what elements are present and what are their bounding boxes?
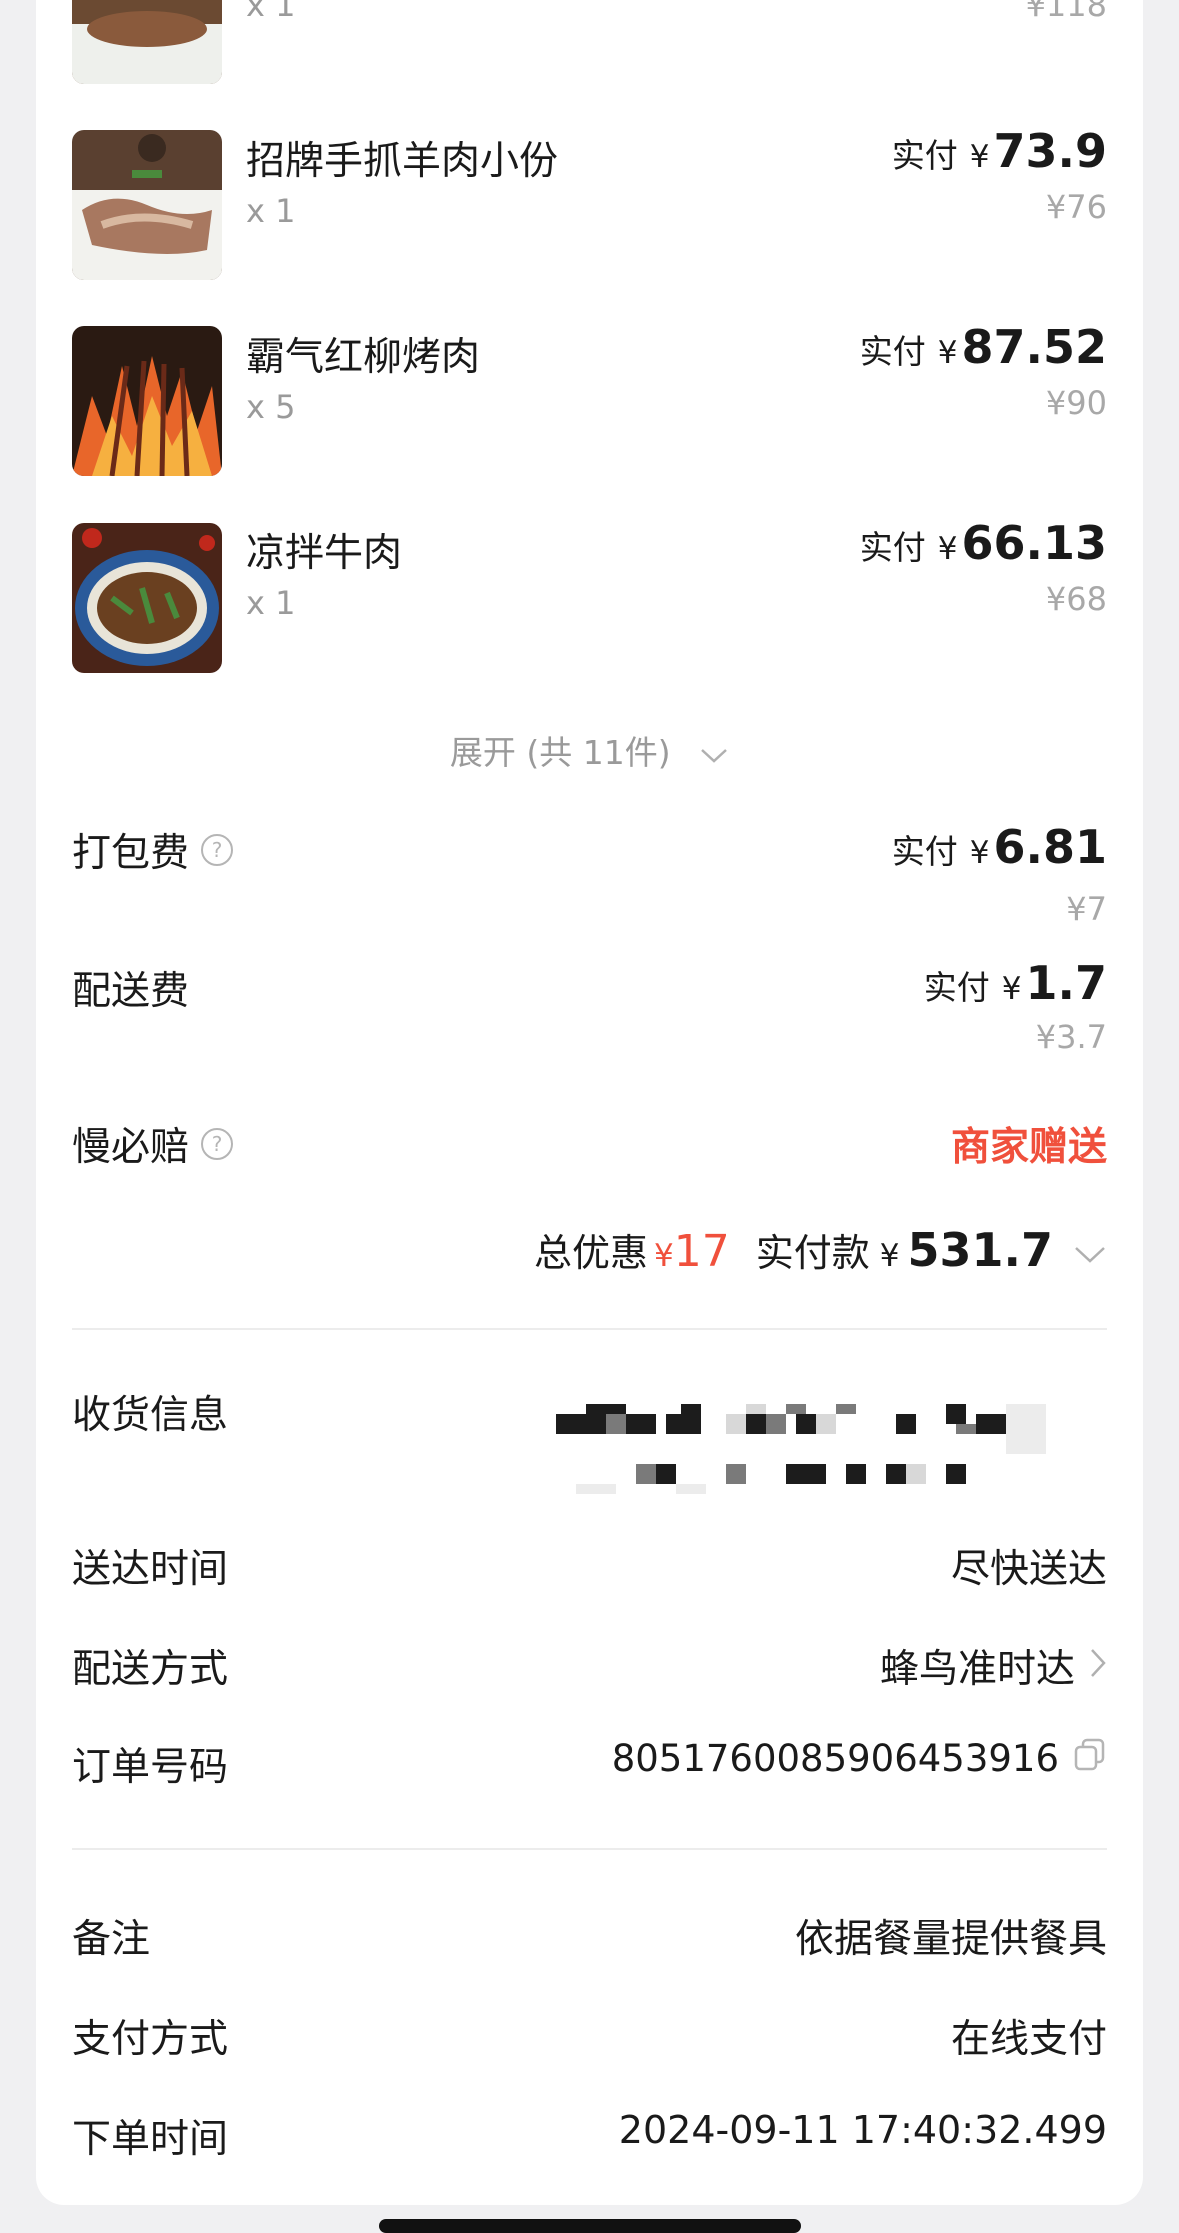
item-original-price: ¥68 [1045, 580, 1107, 618]
order-total-summary[interactable]: 总优惠 ¥ 17 实付款 ¥ 531.7 [534, 1222, 1107, 1277]
item-name: 凉拌牛肉 [246, 531, 403, 576]
item-quantity: x 1 [246, 584, 296, 622]
payment-method-label: 支付方式 [72, 2008, 228, 2064]
item-original-price: ¥90 [1045, 384, 1107, 422]
order-time-value: 2024-09-11 17:40:32.499 [618, 2108, 1107, 2152]
section-divider [72, 1328, 1107, 1330]
delivery-method-text: 配送方式 [72, 1647, 229, 1692]
item-quantity: x 1 [246, 0, 296, 24]
order-time-text: 下单时间 [72, 2117, 229, 2162]
help-icon[interactable]: ? [201, 834, 234, 866]
packing-fee-original: ¥7 [1066, 890, 1107, 928]
delivery-fee-label: 配送费 [72, 960, 189, 1016]
item-quantity: x 5 [246, 388, 296, 426]
packing-fee-paid: 实付 ¥ 6.81 [892, 820, 1107, 874]
item-name: 招牌手抓羊肉小份 [246, 139, 559, 184]
receiver-info-text: 收货信息 [72, 1393, 229, 1438]
paid-label: 实付 [891, 136, 958, 175]
delivery-time-text: 送达时间 [72, 1547, 229, 1592]
item-thumbnail[interactable] [72, 326, 222, 476]
paid-label: 实付 [859, 332, 926, 371]
remark-text: 备注 [72, 1917, 151, 1962]
item-paid-price: 实付 ¥ 87.52 [860, 320, 1107, 374]
packing-fee-label: 打包费 ? [72, 822, 234, 878]
item-original-price: ¥76 [1045, 188, 1107, 226]
item-name: 霸气红柳烤肉 [246, 335, 481, 380]
expand-label: 展开 (共 11件) [449, 733, 671, 772]
currency-symbol: ¥ [1001, 971, 1022, 1007]
delivery-fee-paid: 实付 ¥ 1.7 [924, 956, 1107, 1010]
paid-label: 实付 [891, 832, 958, 871]
copy-icon[interactable] [1073, 1736, 1107, 1781]
remark-value: 依据餐量提供餐具 [794, 1917, 1107, 1962]
order-number-row: 8051760085906453916 [612, 1736, 1107, 1781]
delivery-time-label: 送达时间 [72, 1538, 228, 1594]
order-number-value: 8051760085906453916 [611, 1737, 1059, 1780]
delivery-time-value: 尽快送达 [950, 1547, 1107, 1592]
packing-fee-text: 打包费 [72, 831, 190, 876]
paid-amount: 87.52 [961, 320, 1107, 374]
total-discount-label: 总优惠 [533, 1231, 648, 1275]
delivery-fee-original: ¥3.7 [1035, 1018, 1107, 1056]
currency-symbol: ¥ [879, 1238, 900, 1274]
paid-amount: 66.13 [961, 516, 1107, 570]
payment-method-text: 支付方式 [72, 2017, 229, 2062]
remark-label: 备注 [72, 1908, 150, 1964]
item-thumbnail[interactable] [72, 130, 222, 280]
paid-amount: 1.7 [1025, 956, 1108, 1010]
item-thumbnail[interactable] [72, 523, 222, 673]
item-quantity: x 1 [246, 192, 296, 230]
total-discount-amount: 17 [673, 1226, 730, 1277]
chevron-right-icon [1089, 1644, 1107, 1689]
late-compensation-text: 慢必赔 [72, 1125, 190, 1170]
order-detail-card: x 1 ¥118 招牌手抓羊肉小份 x 1 实付 ¥ 73.9 ¥76 霸气红柳… [36, 0, 1143, 2205]
currency-symbol: ¥ [654, 1238, 674, 1274]
help-icon[interactable]: ? [201, 1128, 234, 1160]
order-number-label: 订单号码 [72, 1736, 228, 1792]
item-paid-price: 实付 ¥ 66.13 [860, 516, 1107, 570]
delivery-method-value: 蜂鸟准时达 [879, 1647, 1075, 1692]
order-number-text: 订单号码 [72, 1745, 229, 1790]
paid-total-label: 实付款 [755, 1231, 870, 1275]
item-original-price: ¥118 [1025, 0, 1107, 24]
currency-symbol: ¥ [937, 531, 958, 567]
expand-items-button[interactable]: 展开 (共 11件) [36, 726, 1143, 774]
currency-symbol: ¥ [969, 139, 990, 175]
paid-label: 实付 [859, 528, 926, 567]
late-compensation-value: 商家赠送 [950, 1125, 1107, 1170]
delivery-fee-text: 配送费 [72, 969, 190, 1014]
paid-amount: 73.9 [993, 124, 1108, 178]
item-thumbnail[interactable] [72, 0, 222, 84]
delivery-method-label: 配送方式 [72, 1638, 228, 1694]
payment-method-value: 在线支付 [950, 2017, 1107, 2062]
paid-total-amount: 531.7 [907, 1223, 1053, 1277]
redacted-receiver-info [556, 1390, 1116, 1500]
order-time-label: 下单时间 [72, 2108, 228, 2164]
paid-amount: 6.81 [993, 820, 1108, 874]
delivery-method-link[interactable]: 蜂鸟准时达 [880, 1638, 1107, 1694]
currency-symbol: ¥ [969, 835, 990, 871]
chevron-down-icon [1073, 1244, 1107, 1270]
section-divider [72, 1848, 1107, 1850]
late-compensation-label: 慢必赔 ? [72, 1116, 234, 1172]
chevron-down-icon [699, 735, 729, 774]
item-paid-price: 实付 ¥ 73.9 [892, 124, 1107, 178]
paid-label: 实付 [923, 968, 990, 1007]
receiver-info-label: 收货信息 [72, 1384, 228, 1440]
currency-symbol: ¥ [937, 335, 958, 371]
